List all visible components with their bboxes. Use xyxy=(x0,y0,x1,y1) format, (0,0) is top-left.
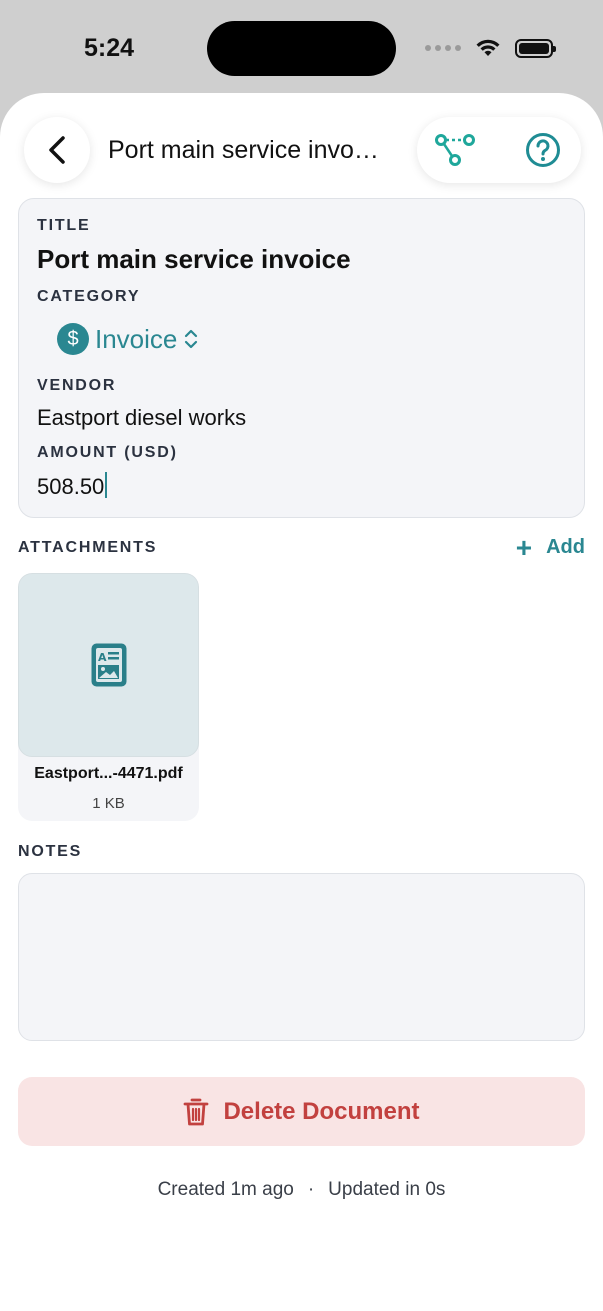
attachment-item[interactable]: A Eastport...-4471.pdf 1 KB xyxy=(18,573,199,821)
updated-time: Updated in 0s xyxy=(328,1179,446,1200)
add-attachment-button[interactable]: + Add xyxy=(515,531,585,563)
workflow-button[interactable] xyxy=(435,130,475,170)
category-value: Invoice xyxy=(95,323,178,354)
category-label: CATEGORY xyxy=(37,288,141,305)
text-cursor xyxy=(105,472,108,498)
document-sheet: Port main service invo… TITLE Port main … xyxy=(0,93,603,1311)
separator: · xyxy=(307,1179,315,1200)
details-card: TITLE Port main service invoice CATEGORY… xyxy=(18,198,585,518)
status-bar: 5:24 xyxy=(0,0,603,96)
workflow-icon xyxy=(435,134,475,166)
back-button[interactable] xyxy=(24,117,90,183)
amount-field[interactable]: 508.50 xyxy=(37,472,108,500)
delete-label: Delete Document xyxy=(223,1097,420,1125)
vendor-label: VENDOR xyxy=(37,377,117,394)
document-image-icon: A xyxy=(91,643,126,687)
plus-icon: + xyxy=(515,531,533,563)
attachment-thumbnail: A xyxy=(18,573,199,757)
nav-actions xyxy=(417,117,581,183)
status-time: 5:24 xyxy=(84,34,135,62)
svg-text:A: A xyxy=(98,651,107,664)
vendor-field[interactable]: Eastport diesel works xyxy=(37,405,246,431)
attachments-label: ATTACHMENTS xyxy=(18,539,158,556)
attachment-size: 1 KB xyxy=(92,795,125,812)
trash-icon xyxy=(184,1098,209,1125)
chevron-left-icon xyxy=(49,136,65,164)
title-field[interactable]: Port main service invoice xyxy=(37,244,351,275)
wifi-icon xyxy=(476,39,500,56)
notes-label: NOTES xyxy=(18,843,83,860)
help-icon xyxy=(526,133,560,167)
delete-document-button[interactable]: Delete Document xyxy=(18,1077,585,1146)
amount-value: 508.50 xyxy=(37,474,105,499)
add-label: Add xyxy=(546,536,585,558)
page-title: Port main service invo… xyxy=(108,136,379,164)
status-icons xyxy=(425,38,556,58)
dynamic-island xyxy=(207,21,396,76)
created-time: Created 1m ago xyxy=(157,1179,294,1200)
chevron-up-down-icon xyxy=(185,329,198,349)
notes-input[interactable] xyxy=(18,873,585,1041)
title-label: TITLE xyxy=(37,217,91,234)
dollar-icon: $ xyxy=(57,323,89,355)
cellular-signal-icon xyxy=(425,45,461,51)
timestamps: Created 1m ago · Updated in 0s xyxy=(0,1179,603,1201)
category-picker[interactable]: $ Invoice xyxy=(57,323,199,355)
help-button[interactable] xyxy=(523,130,563,170)
battery-icon xyxy=(515,38,556,58)
amount-label: AMOUNT (USD) xyxy=(37,444,178,461)
attachment-name: Eastport...-4471.pdf xyxy=(34,765,183,782)
